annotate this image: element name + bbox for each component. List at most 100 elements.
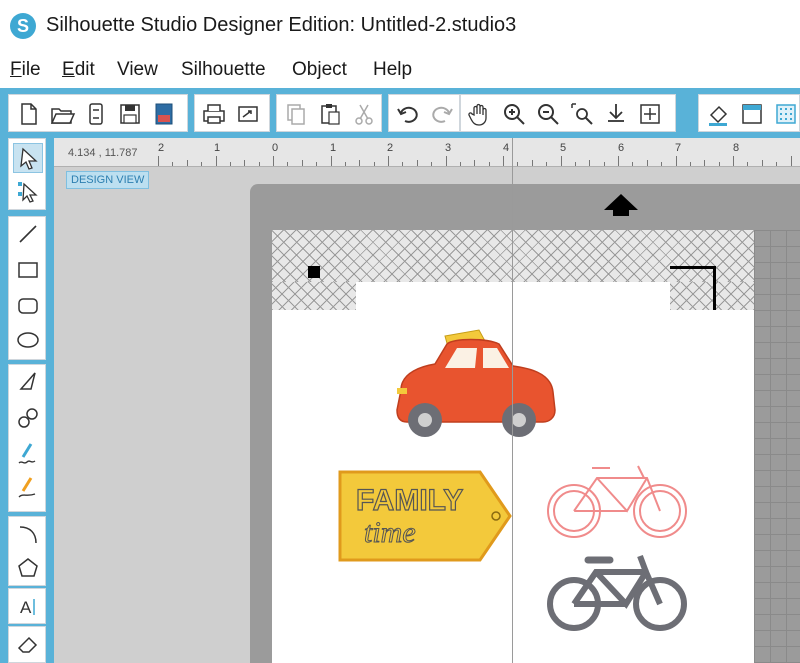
cut-icon[interactable] — [349, 99, 379, 129]
point-edit-icon[interactable] — [13, 177, 43, 207]
send-to-silhouette-icon[interactable] — [233, 99, 263, 129]
arc-tool-icon[interactable] — [13, 519, 43, 549]
ruler-tick — [646, 160, 648, 166]
cursor-coordinates: 4.134 , 11.787 — [68, 147, 138, 159]
ruler-label: 4 — [503, 142, 510, 154]
svg-text:A: A — [20, 598, 32, 617]
page-center-guide — [512, 138, 513, 663]
ruler-tick — [158, 156, 159, 166]
ruler-tick — [431, 162, 433, 166]
cutting-mat-grid — [754, 230, 800, 663]
menu-label: Object — [292, 59, 347, 80]
new-document-icon[interactable] — [13, 99, 43, 129]
undo-icon[interactable] — [393, 99, 423, 129]
ruler-label: 0 — [272, 142, 279, 154]
clipboard-tool-group — [276, 94, 382, 132]
fit-to-page-icon[interactable] — [635, 99, 665, 129]
arc-tool-group — [8, 516, 46, 586]
save-icon[interactable] — [115, 99, 145, 129]
file-tool-group — [8, 94, 188, 132]
selection-tool-group — [8, 138, 46, 210]
menu-label: Help — [373, 59, 413, 80]
curve-tool-icon[interactable] — [13, 403, 43, 433]
menu-file[interactable]: File — [10, 59, 41, 81]
ruler-tick — [574, 162, 576, 166]
bicycle-outline-image[interactable] — [542, 456, 692, 551]
ruler-tick — [704, 160, 706, 166]
paste-icon[interactable] — [315, 99, 345, 129]
save-to-sd-icon[interactable] — [149, 99, 179, 129]
ruler-tick — [330, 156, 332, 166]
line-color-icon[interactable] — [737, 99, 767, 129]
open-cloud-icon[interactable] — [81, 99, 111, 129]
eraser-tool-group — [8, 626, 46, 663]
registration-mark — [308, 266, 320, 278]
copy-icon[interactable] — [281, 99, 311, 129]
zoom-drag-icon[interactable] — [601, 99, 631, 129]
menu-mnemonic: F — [10, 59, 22, 80]
silhouette-logo-icon: S — [10, 13, 36, 39]
rounded-rectangle-tool-icon[interactable] — [13, 291, 43, 321]
eraser-tool-icon[interactable] — [13, 629, 43, 659]
ruler-tick — [517, 162, 519, 166]
ruler-tick — [747, 162, 749, 166]
title-bar: S Silhouette Studio Designer Edition: Un… — [0, 0, 800, 52]
ruler-label: 1 — [214, 142, 221, 154]
menu-label: View — [117, 59, 158, 80]
menu-help[interactable]: Help — [373, 59, 412, 81]
ruler-tick — [258, 162, 260, 166]
menu-object[interactable]: Object — [292, 59, 347, 81]
redo-icon[interactable] — [427, 99, 457, 129]
tag-text-family: FAMILY — [356, 484, 463, 517]
open-folder-icon[interactable] — [47, 99, 77, 129]
no-cut-zone — [272, 282, 356, 310]
fill-bucket-icon[interactable] — [703, 99, 733, 129]
ruler-tick — [172, 162, 174, 166]
zoom-in-icon[interactable] — [499, 99, 529, 129]
menu-silhouette[interactable]: Silhouette — [181, 59, 266, 81]
car-image[interactable] — [387, 318, 563, 445]
ruler-tick — [790, 156, 792, 166]
registration-mark — [670, 266, 716, 310]
print-icon[interactable] — [199, 99, 229, 129]
pattern-icon[interactable] — [771, 99, 800, 129]
family-time-tag-image[interactable]: FAMILY time — [338, 470, 514, 567]
polygon-tool-icon[interactable] — [13, 367, 43, 397]
menu-edit[interactable]: Edit — [62, 59, 95, 81]
ruler-tick — [718, 162, 720, 166]
ruler-tick — [229, 162, 231, 166]
ruler-tick — [273, 156, 274, 166]
freehand-tool-icon[interactable] — [13, 439, 43, 469]
rectangle-tool-icon[interactable] — [13, 255, 43, 285]
zoom-out-icon[interactable] — [533, 99, 563, 129]
ruler-tick — [215, 156, 217, 166]
ruler-tick — [373, 162, 375, 166]
zoom-select-icon[interactable] — [567, 99, 597, 129]
design-canvas[interactable]: 4.134 , 11.787 2 1 0 1 2 3 4 5 6 7 8 DES… — [54, 138, 800, 663]
left-tool-panel: A — [8, 138, 46, 663]
ruler-tick — [359, 160, 361, 166]
select-arrow-icon[interactable] — [13, 143, 43, 173]
horizontal-ruler: 4.134 , 11.787 2 1 0 1 2 3 4 5 6 7 8 — [54, 138, 800, 167]
ruler-tick — [445, 156, 447, 166]
ellipse-tool-icon[interactable] — [13, 325, 43, 355]
design-page[interactable]: FAMILY time — [272, 230, 754, 663]
bicycle-solid-image[interactable] — [544, 550, 690, 641]
regular-polygon-tool-icon[interactable] — [13, 553, 43, 583]
ruler-tick — [287, 162, 289, 166]
smooth-freehand-tool-icon[interactable] — [13, 473, 43, 503]
line-tool-icon[interactable] — [13, 219, 43, 249]
design-view-badge: DESIGN VIEW — [66, 171, 150, 189]
draw-tool-group — [8, 364, 46, 512]
pan-hand-icon[interactable] — [465, 99, 495, 129]
history-tool-group — [388, 94, 460, 132]
feed-direction-arrow-icon — [602, 192, 640, 223]
menu-label: ile — [21, 59, 41, 80]
menu-label: dit — [74, 59, 95, 80]
ruler-tick — [301, 160, 303, 166]
ruler-tick — [474, 160, 476, 166]
ruler-tick — [244, 160, 246, 166]
text-tool-icon[interactable]: A — [13, 591, 43, 621]
menu-view[interactable]: View — [117, 59, 158, 81]
menu-bar: File Edit View Silhouette Object Help — [0, 52, 800, 88]
